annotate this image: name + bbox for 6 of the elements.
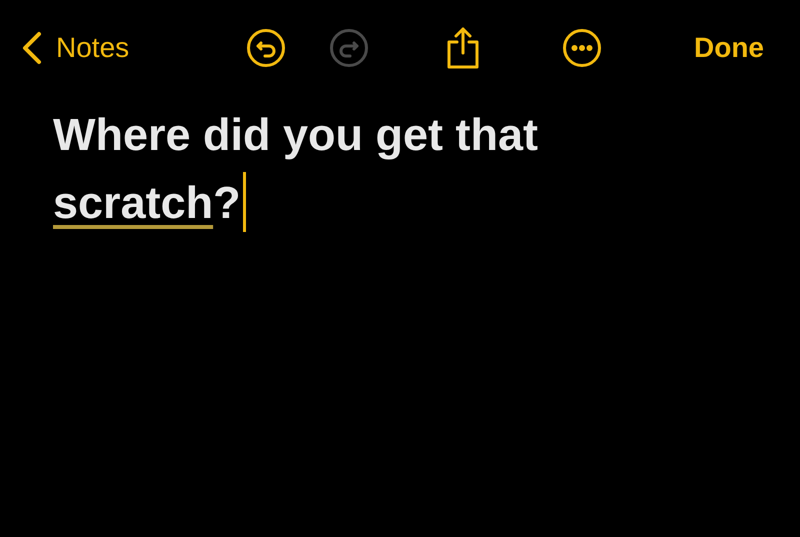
undo-icon[interactable] bbox=[245, 26, 288, 68]
chevron-left-icon bbox=[22, 30, 42, 64]
back-button[interactable]: Notes bbox=[22, 26, 130, 68]
more-icon[interactable] bbox=[562, 28, 602, 68]
note-text-field[interactable]: Where did you get that scratch? bbox=[53, 101, 633, 237]
done-button[interactable]: Done bbox=[694, 26, 764, 68]
